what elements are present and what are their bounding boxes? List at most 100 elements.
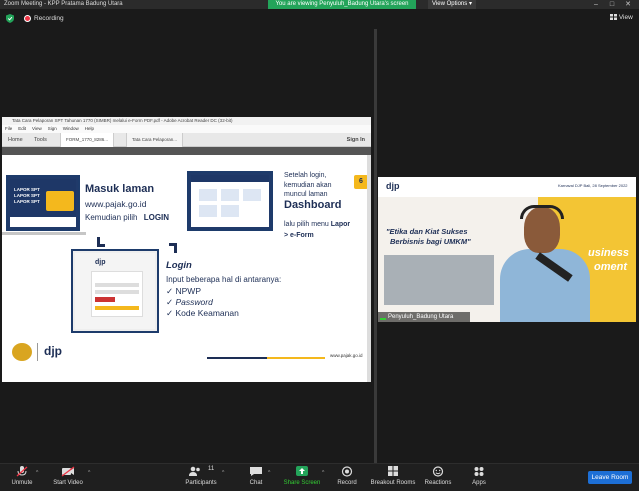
lalu-pilih-label: lalu pilih menu xyxy=(284,221,329,228)
window-title: Zoom Meeting - KPP Pratama Badung Utara xyxy=(4,1,123,7)
tab-document-form[interactable]: FORM_1770_8286... xyxy=(60,133,115,147)
check-npwp-label: NPWP xyxy=(175,286,202,296)
reactions-button[interactable]: Reactions xyxy=(422,466,454,486)
video-header-date: Karnaval DJP Bali, 28 September 2022 xyxy=(558,183,628,188)
acrobat-title: Tata Cara Pelaporan SPT Tahunan 1770 (SI… xyxy=(2,117,371,125)
reactions-label: Reactions xyxy=(424,480,452,486)
menu-edit[interactable]: Edit xyxy=(18,125,26,133)
view-options-label: View Options xyxy=(432,1,468,7)
participant-name: Penyuluh_Badung Utara xyxy=(388,314,454,320)
tab-tools[interactable]: Tools xyxy=(34,137,47,143)
lalu-pilih: lalu pilih menu Lapor xyxy=(284,221,350,228)
crowd-illustration xyxy=(384,255,494,305)
check-password-label: Password xyxy=(175,297,213,307)
laptop-base xyxy=(2,232,86,235)
participants-button[interactable]: 11 Participants xyxy=(182,466,220,486)
start-video-button[interactable]: Start Video xyxy=(50,466,86,486)
participants-options-caret[interactable]: ^ xyxy=(222,470,224,476)
footer-url: www.pajak.go.id xyxy=(330,353,363,358)
login-bold: LOGIN xyxy=(143,213,170,222)
maximize-button[interactable]: □ xyxy=(606,0,618,9)
muted-mic-icon xyxy=(16,466,28,477)
check-kode: ✓ Kode Keamanan xyxy=(166,308,239,319)
grid-icon xyxy=(610,14,617,20)
laptop-line-3: LAPOR SPT xyxy=(14,199,40,204)
signal-icon xyxy=(380,314,386,320)
video-djp-logo: djp xyxy=(386,181,400,191)
connector-bracket-left xyxy=(97,237,105,247)
bg-text-1: usiness xyxy=(588,247,629,259)
recording-indicator: Recording xyxy=(24,15,64,22)
unmute-button[interactable]: Unmute xyxy=(8,466,36,486)
input-text: Input beberapa hal di antaranya: xyxy=(166,275,282,284)
laptop-dashboard-image xyxy=(187,171,273,231)
footer-divider xyxy=(37,343,38,361)
eform-label: > e-Form xyxy=(284,232,314,239)
split-divider[interactable] xyxy=(374,29,377,463)
check-npwp: ✓ NPWP xyxy=(166,286,201,297)
view-button[interactable]: View xyxy=(610,14,633,21)
video-off-icon xyxy=(61,466,75,477)
pdf-scrollbar[interactable] xyxy=(367,155,371,382)
dashboard-label: Dashboard xyxy=(284,199,342,211)
menu-file[interactable]: File xyxy=(5,125,12,133)
record-icon xyxy=(341,466,353,477)
participants-label: Participants xyxy=(185,480,217,486)
kemenkeu-emblem-icon xyxy=(12,343,32,361)
checkmark-icon: ✓ xyxy=(166,286,174,296)
lapor-bold: Lapor xyxy=(330,221,351,228)
breakout-rooms-label: Breakout Rooms xyxy=(370,480,416,486)
apps-icon xyxy=(474,467,484,476)
participant-name-bar: Penyuluh_Badung Utara xyxy=(378,312,470,322)
record-dot-icon xyxy=(24,15,31,22)
shared-screen: Tata Cara Pelaporan SPT Tahunan 1770 (SI… xyxy=(2,117,371,382)
record-button[interactable]: Record xyxy=(334,466,360,486)
djp-footer-logo: djp xyxy=(44,344,62,358)
kemudian-label: Kemudian pilih xyxy=(85,213,138,222)
viewing-banner: You are viewing Penyuluh_Badung Utara's … xyxy=(268,0,416,9)
share-screen-button[interactable]: Share Screen xyxy=(282,466,322,486)
quote-line-2: Berbisnis bagi UMKM" xyxy=(390,237,471,246)
quote-line-1: "Etika dan Kiat Sukses xyxy=(386,227,468,236)
chat-button[interactable]: Chat xyxy=(244,466,268,486)
menu-sign[interactable]: Sign xyxy=(48,125,57,133)
video-options-caret[interactable]: ^ xyxy=(88,470,90,476)
menu-view[interactable]: View xyxy=(32,125,42,133)
meeting-top-row: Recording View xyxy=(0,9,639,29)
bg-text-2: oment xyxy=(594,261,627,273)
headphones-icon xyxy=(520,205,564,219)
participant-video[interactable]: djp Karnaval DJP Bali, 28 September 2022… xyxy=(378,177,636,322)
acrobat-toolbar-strip xyxy=(2,147,371,155)
check-kode-label: Kode Keamanan xyxy=(175,308,239,318)
share-screen-label: Share Screen xyxy=(283,480,321,486)
close-button[interactable]: ✕ xyxy=(622,0,634,9)
share-options-caret[interactable]: ^ xyxy=(322,470,324,476)
share-screen-icon xyxy=(296,466,308,476)
setelah-line-1: Setelah login, xyxy=(284,172,327,179)
audio-options-caret[interactable]: ^ xyxy=(36,470,38,476)
tab-document-tata-cara[interactable]: Tata Cara Pelaporan... xyxy=(126,133,184,147)
setelah-text: Setelah login, kemudian akan muncul lama… xyxy=(284,171,331,200)
apps-button[interactable]: Apps xyxy=(466,466,492,486)
laptop-pajak-image: LAPOR SPT LAPOR SPT LAPOR SPT xyxy=(6,175,80,231)
shield-icon[interactable] xyxy=(6,14,14,23)
menu-help[interactable]: Help xyxy=(85,125,94,133)
menu-window[interactable]: Window xyxy=(63,125,79,133)
participants-icon-wrap: 11 xyxy=(182,466,220,480)
breakout-rooms-icon xyxy=(388,466,398,476)
chat-label: Chat xyxy=(249,480,263,486)
masuk-laman-title: Masuk laman xyxy=(85,183,155,195)
pdf-page: LAPOR SPT LAPOR SPT LAPOR SPT Masuk lama… xyxy=(2,155,368,382)
leave-room-button[interactable]: Leave Room xyxy=(588,471,632,484)
minimize-button[interactable]: – xyxy=(590,0,602,9)
video-header: djp Karnaval DJP Bali, 28 September 2022 xyxy=(378,177,636,197)
checkmark-icon: ✓ xyxy=(166,297,174,307)
sign-in-link[interactable]: Sign In xyxy=(347,137,365,143)
breakout-rooms-button[interactable]: Breakout Rooms xyxy=(368,466,418,486)
unmute-label: Unmute xyxy=(11,480,33,486)
setelah-line-2: kemudian akan xyxy=(284,181,332,189)
chat-options-caret[interactable]: ^ xyxy=(268,470,270,476)
participants-count: 11 xyxy=(208,466,215,472)
tab-home[interactable]: Home xyxy=(8,137,23,143)
view-options-button[interactable]: View Options ▾ xyxy=(428,0,476,9)
